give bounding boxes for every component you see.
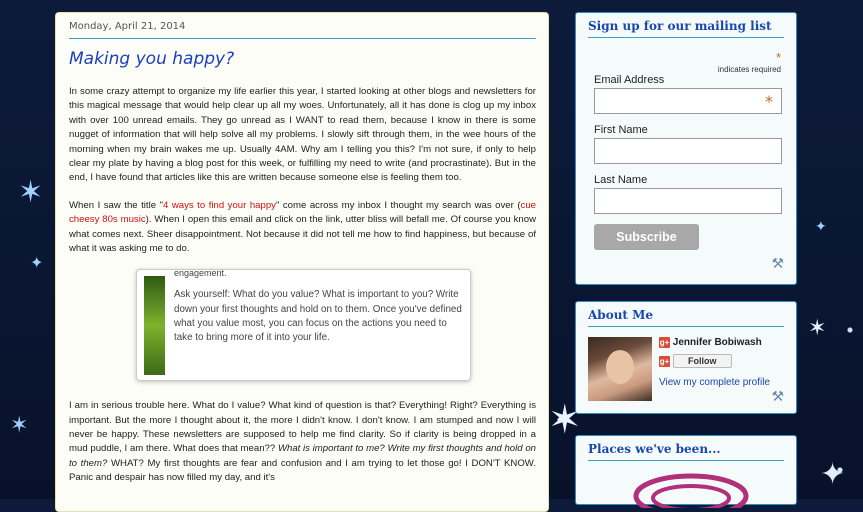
- subscribe-button[interactable]: Subscribe: [594, 224, 699, 250]
- quoted-image: engagement. Ask yourself: What do you va…: [136, 269, 471, 382]
- sparkle-star-icon: ✶: [10, 413, 29, 438]
- about-me-widget: About Me g+ Jennifer Bobiwash g+ Follow V…: [575, 301, 797, 414]
- email-field[interactable]: *: [594, 88, 782, 114]
- required-text: indicates required: [717, 65, 781, 74]
- places-logo: [633, 473, 749, 508]
- sparkle-star-icon: ✶: [808, 316, 827, 341]
- leaf-image: [144, 276, 165, 376]
- required-mark: *: [775, 50, 781, 65]
- first-name-label: First Name: [594, 124, 648, 136]
- avatar-face: [606, 350, 634, 384]
- widget-title: Places we've been...: [588, 442, 784, 461]
- required-mark: *: [765, 92, 773, 111]
- sparkle-star-icon: ✦: [820, 457, 846, 492]
- profile-link[interactable]: View my complete profile: [659, 377, 770, 388]
- sparkle-star-icon: ✦: [30, 253, 44, 272]
- post-text: WHAT? My first thoughts are fear and con…: [69, 457, 536, 484]
- first-name-field[interactable]: [594, 138, 782, 164]
- post-text: When I saw the title ": [69, 199, 163, 211]
- quote-cut-text: engagement.: [174, 269, 227, 279]
- sparkle-star-icon: ✶: [18, 175, 44, 210]
- mailing-list-widget: Sign up for our mailing list * indicates…: [575, 12, 797, 285]
- required-note: * indicates required: [576, 50, 781, 74]
- article-link[interactable]: 4 ways to find your happy: [163, 200, 276, 211]
- post-date: Monday, April 21, 2014: [69, 21, 536, 39]
- google-plus-icon: g+: [659, 356, 670, 367]
- post-title[interactable]: Making you happy?: [69, 49, 536, 69]
- places-widget: Places we've been...: [575, 435, 797, 508]
- author-name[interactable]: g+ Jennifer Bobiwash: [659, 337, 762, 348]
- blog-post: Monday, April 21, 2014 Making you happy?…: [55, 12, 549, 512]
- post-paragraph: When I saw the title "4 ways to find you…: [69, 199, 536, 257]
- google-plus-icon: g+: [659, 337, 670, 348]
- widget-title: Sign up for our mailing list: [588, 19, 784, 38]
- last-name-field[interactable]: [594, 188, 782, 214]
- post-paragraph: I am in serious trouble here. What do I …: [69, 399, 536, 485]
- quote-text: Ask yourself: What do you value? What is…: [174, 289, 462, 344]
- widget-title: About Me: [588, 308, 784, 327]
- email-label: Email Address: [594, 74, 665, 86]
- post-paragraph: In some crazy attempt to organize my lif…: [69, 86, 536, 184]
- last-name-label: Last Name: [594, 174, 648, 186]
- wrench-screwdriver-icon[interactable]: ⚒: [771, 389, 784, 405]
- sparkle-star-icon: ✦: [815, 219, 827, 235]
- wrench-screwdriver-icon[interactable]: ⚒: [771, 256, 784, 272]
- follow-row: g+ Follow: [659, 354, 732, 368]
- author-name-text: Jennifer Bobiwash: [672, 337, 762, 348]
- post-text: " come across my inbox I thought my sear…: [275, 199, 521, 211]
- follow-button[interactable]: Follow: [673, 354, 732, 368]
